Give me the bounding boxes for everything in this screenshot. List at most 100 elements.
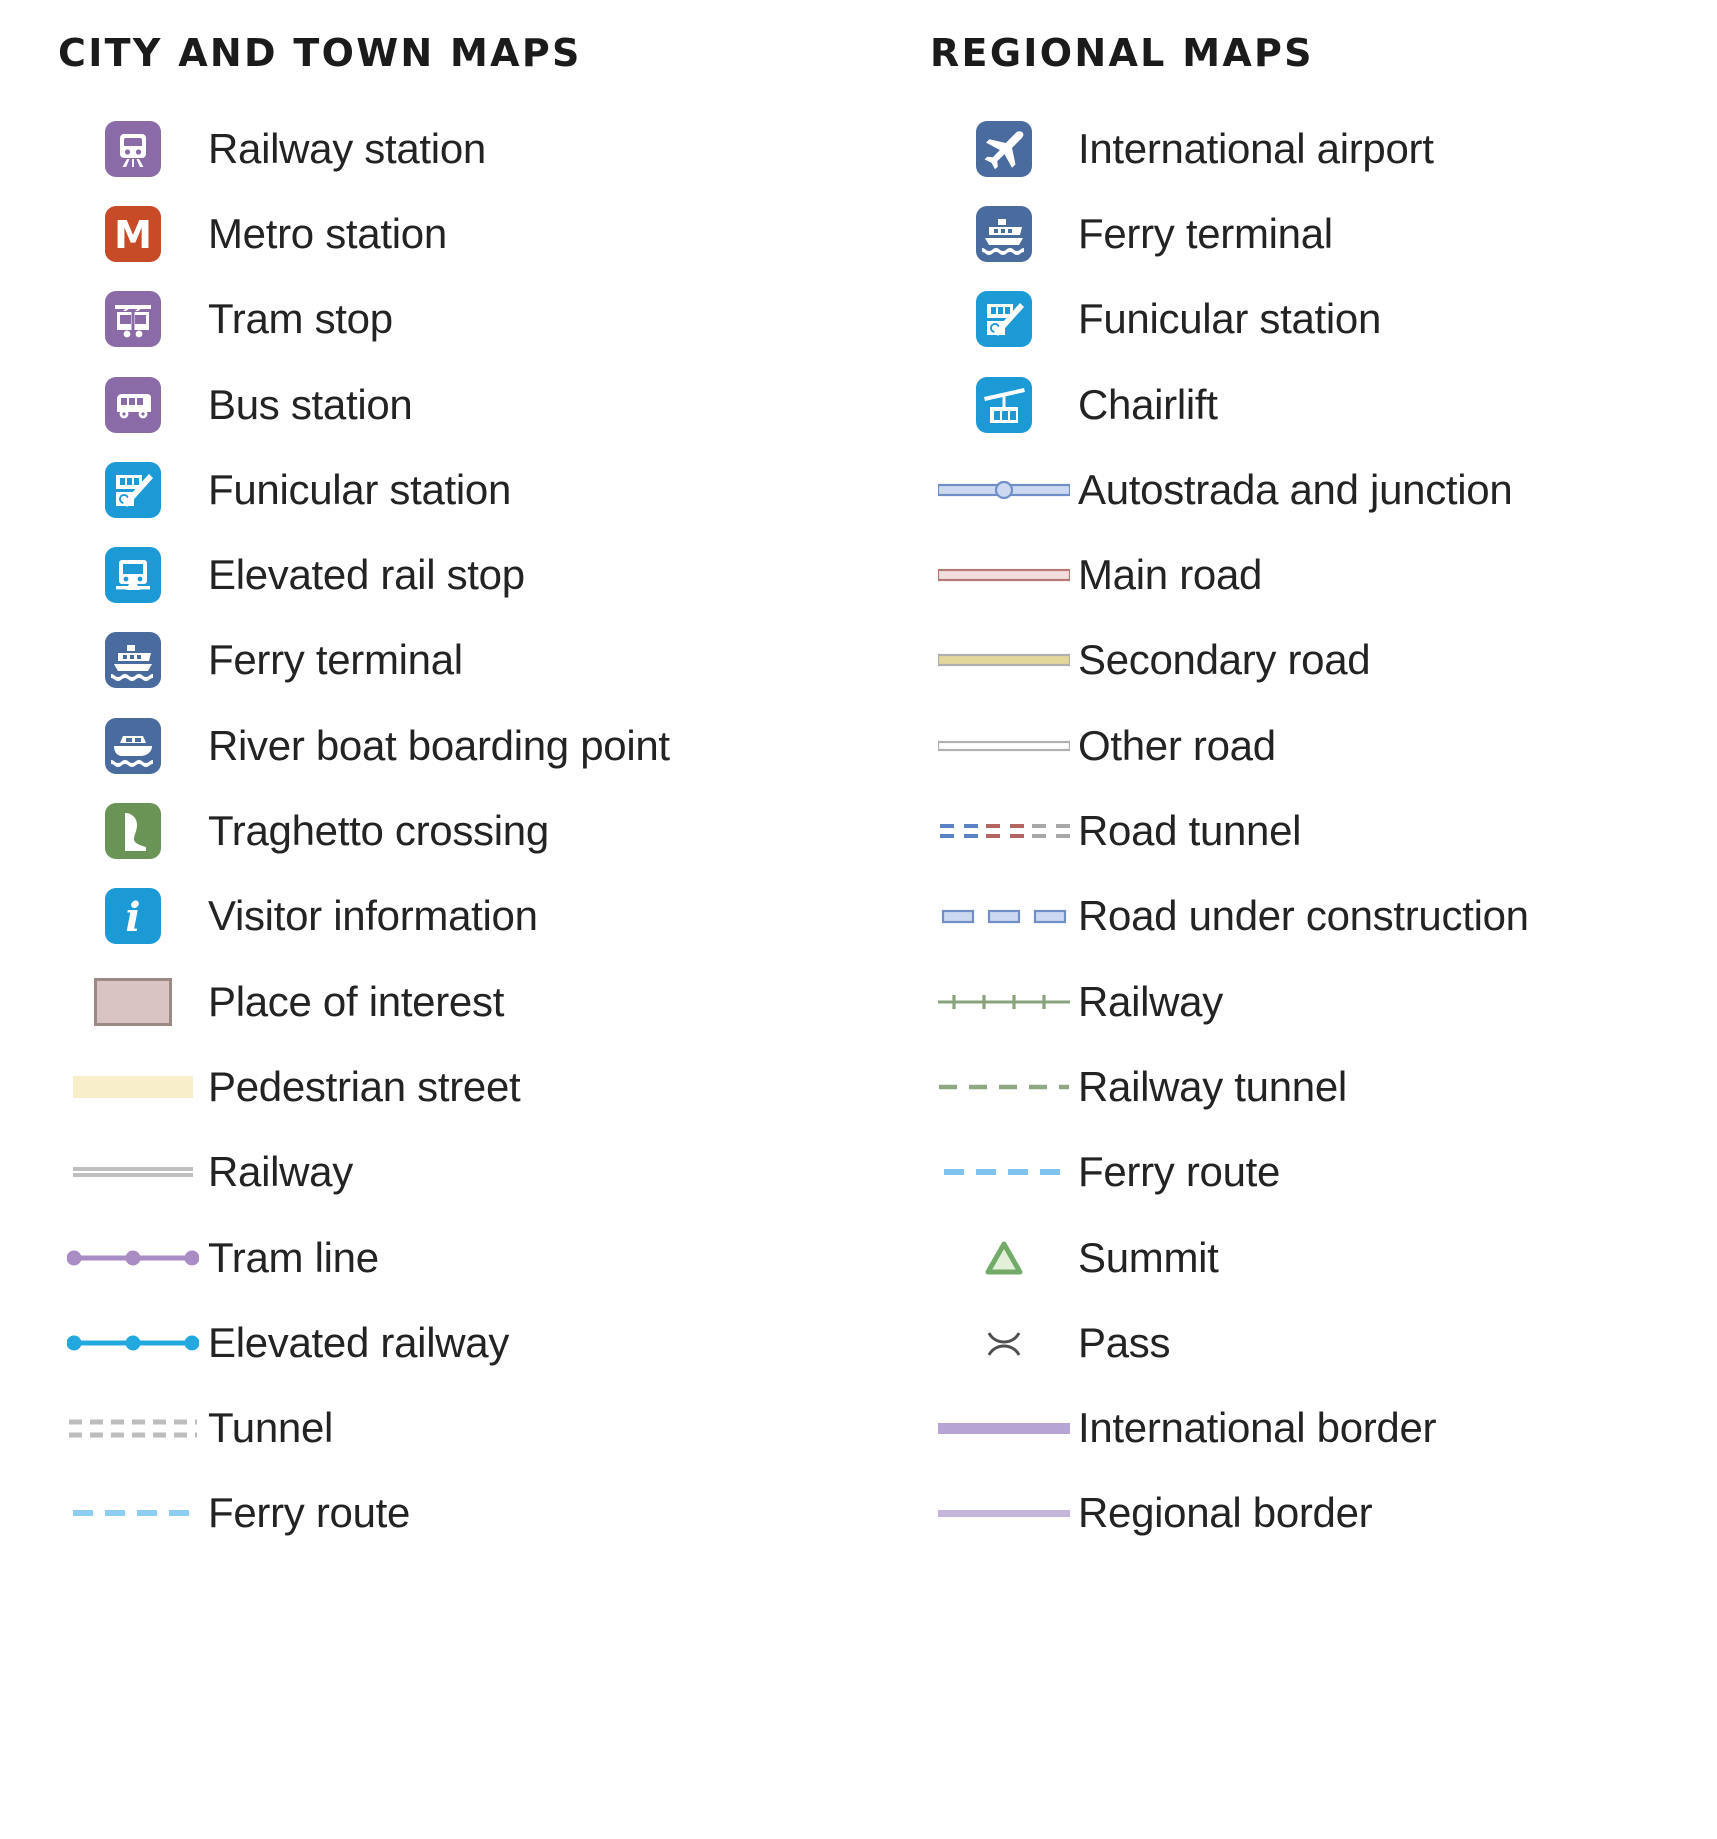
legend-label: Funicular station [208,465,512,513]
railway-station-icon [58,106,208,191]
legend-label: Chairlift [1078,380,1218,428]
legend-label: Ferry route [1078,1148,1281,1196]
legend-label: Pedestrian street [208,1062,521,1110]
river-boat-icon [58,703,208,788]
legend-row-regional-border[interactable]: Regional border [930,1471,1716,1556]
legend-row-main-road[interactable]: Main road [930,532,1716,617]
legend-row-ferry-terminal[interactable]: Ferry terminal [58,618,858,703]
legend-label: Funicular station [1078,295,1382,343]
road-construction-symbol [930,874,1078,959]
legend-row-tram-line[interactable]: Tram line [58,1215,858,1300]
elevated-railway-symbol [58,1300,208,1385]
funicular-station-icon [930,277,1078,362]
legend-row-road-under-construction[interactable]: Road under construction [930,874,1716,959]
ferry-route-symbol [58,1471,208,1556]
funicular-station-icon [58,447,208,532]
international-border-symbol [930,1385,1078,1470]
legend-column-regional: REGIONAL MAPS International airport Ferr… [858,0,1716,1839]
legend-row-international-airport[interactable]: International airport [930,106,1716,191]
legend-column-city-and-town: CITY AND TOWN MAPS Railway station M Met… [0,0,858,1839]
legend-label: Place of interest [208,977,505,1025]
legend-row-chairlift[interactable]: Chairlift [930,362,1716,447]
legend-rows-regional: International airport Ferry terminal Fun… [930,106,1716,1556]
elevated-rail-stop-icon [58,532,208,617]
legend-row-railway-city[interactable]: Railway [58,1130,858,1215]
pass-icon [930,1300,1078,1385]
legend-row-elevated-rail-stop[interactable]: Elevated rail stop [58,532,858,617]
legend-row-metro-station[interactable]: M Metro station [58,191,858,276]
legend-row-ferry-terminal-regional[interactable]: Ferry terminal [930,191,1716,276]
railway-tunnel-symbol [930,1044,1078,1129]
railway-regional-symbol [930,959,1078,1044]
legend-row-railway-tunnel[interactable]: Railway tunnel [930,1044,1716,1129]
legend-row-railway-regional[interactable]: Railway [930,959,1716,1044]
legend-row-funicular-station[interactable]: Funicular station [58,447,858,532]
information-icon: i [58,874,208,959]
legend-rows-city-and-town: Railway station M Metro station Tram sto… [58,106,858,1556]
legend-label: Visitor information [208,892,538,940]
bus-station-icon [58,362,208,447]
place-of-interest-swatch [58,959,208,1044]
legend-row-ferry-route[interactable]: Ferry route [58,1471,858,1556]
legend-label: International border [1078,1404,1437,1452]
legend-row-international-border[interactable]: International border [930,1385,1716,1470]
legend-label: Railway [208,1148,353,1196]
legend-label: Other road [1078,721,1276,769]
legend-row-traghetto-crossing[interactable]: Traghetto crossing [58,788,858,873]
legend-label: Tram line [208,1233,379,1281]
legend-label: Regional border [1078,1489,1373,1537]
legend-label: Railway station [208,124,486,172]
legend-label: Ferry route [208,1489,411,1537]
svg-text:M: M [114,213,152,257]
metro-station-icon: M [58,191,208,276]
ferry-terminal-icon [930,191,1078,276]
legend-label: Railway tunnel [1078,1062,1347,1110]
chairlift-icon [930,362,1078,447]
legend-row-autostrada[interactable]: Autostrada and junction [930,447,1716,532]
legend-label: Tram stop [208,295,393,343]
secondary-road-symbol [930,618,1078,703]
legend-row-railway-station[interactable]: Railway station [58,106,858,191]
pedestrian-street-swatch [58,1044,208,1129]
legend-row-pass[interactable]: Pass [930,1300,1716,1385]
tram-stop-icon [58,277,208,362]
railway-line-symbol [58,1130,208,1215]
legend-label: Elevated railway [208,1318,510,1366]
other-road-symbol [930,703,1078,788]
legend-row-visitor-information[interactable]: i Visitor information [58,874,858,959]
main-road-symbol [930,532,1078,617]
legend-row-pedestrian-street[interactable]: Pedestrian street [58,1044,858,1129]
legend-label: Bus station [208,380,413,428]
summit-icon [930,1215,1078,1300]
legend-row-road-tunnel[interactable]: Road tunnel [930,788,1716,873]
legend-label: Railway [1078,977,1223,1025]
legend-row-tram-stop[interactable]: Tram stop [58,277,858,362]
road-tunnel-symbol [930,788,1078,873]
ferry-route-symbol [930,1130,1078,1215]
section-title-regional: REGIONAL MAPS [930,31,1314,75]
svg-text:i: i [125,894,140,941]
legend-label: Ferry terminal [208,636,463,684]
legend-row-elevated-railway[interactable]: Elevated railway [58,1300,858,1385]
legend-row-place-of-interest[interactable]: Place of interest [58,959,858,1044]
tunnel-symbol [58,1385,208,1470]
tram-line-symbol [58,1215,208,1300]
legend-label: Main road [1078,551,1263,599]
map-legend: CITY AND TOWN MAPS Railway station M Met… [0,0,1717,1839]
legend-row-bus-station[interactable]: Bus station [58,362,858,447]
legend-row-ferry-route-regional[interactable]: Ferry route [930,1130,1716,1215]
legend-label: Autostrada and junction [1078,465,1513,513]
legend-row-secondary-road[interactable]: Secondary road [930,618,1716,703]
legend-label: Metro station [208,209,447,257]
legend-label: Ferry terminal [1078,209,1333,257]
legend-row-tunnel[interactable]: Tunnel [58,1385,858,1470]
legend-row-river-boat-boarding-point[interactable]: River boat boarding point [58,703,858,788]
airport-icon [930,106,1078,191]
legend-label: Secondary road [1078,636,1371,684]
legend-row-funicular-station-regional[interactable]: Funicular station [930,277,1716,362]
legend-row-summit[interactable]: Summit [930,1215,1716,1300]
legend-label: Summit [1078,1233,1219,1281]
legend-row-other-road[interactable]: Other road [930,703,1716,788]
legend-label: Elevated rail stop [208,551,525,599]
autostrada-symbol [930,447,1078,532]
